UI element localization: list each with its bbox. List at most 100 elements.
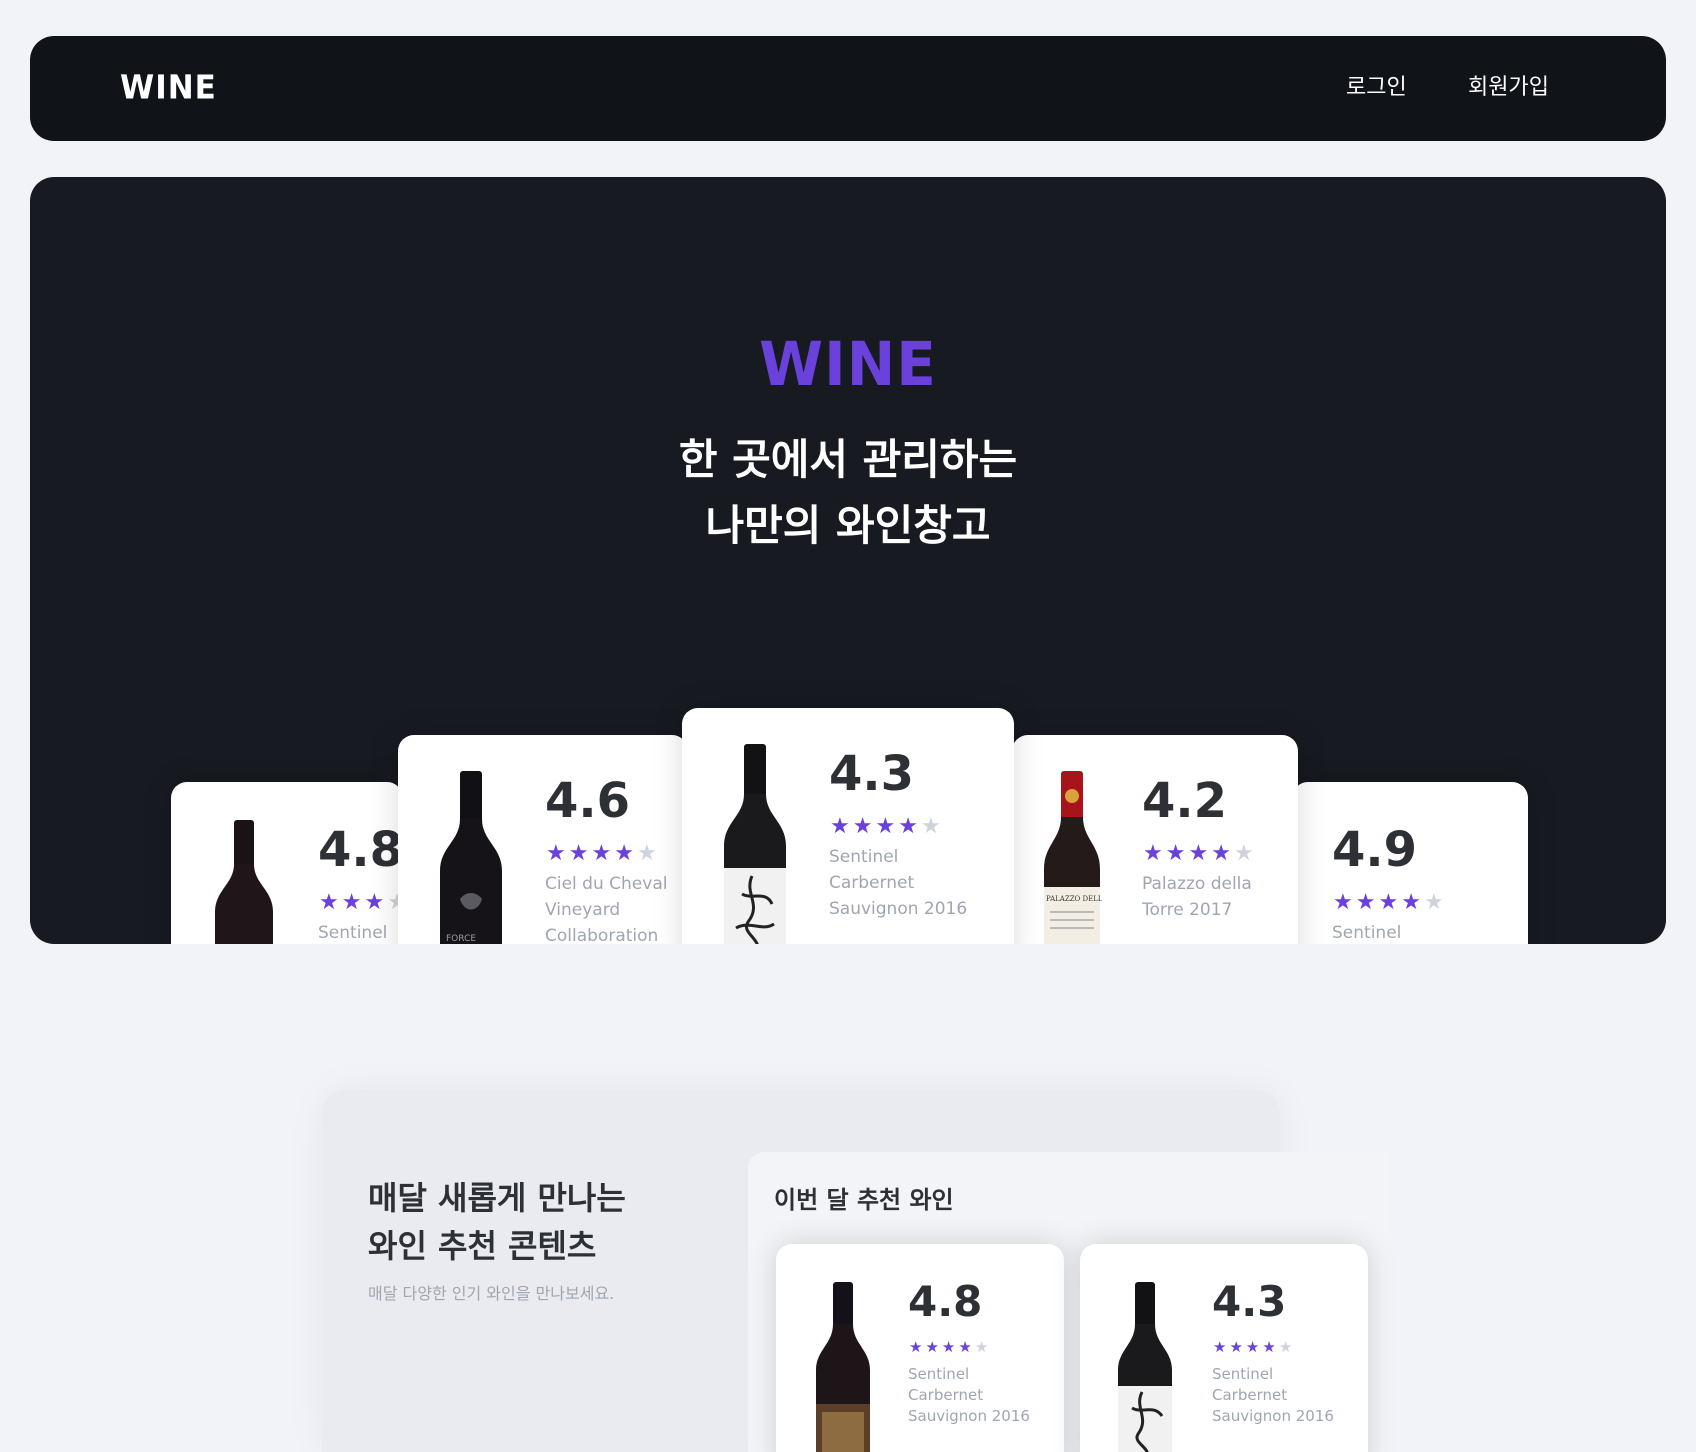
wine-score: 4.8 bbox=[318, 822, 403, 878]
wine-name-line: Sentinel bbox=[1212, 1365, 1274, 1383]
star-icon: ★ bbox=[974, 1338, 989, 1356]
wine-score: 4.3 bbox=[1212, 1277, 1287, 1326]
star-rating: ★★★★★ bbox=[546, 841, 660, 867]
star-rating: ★★★★★ bbox=[1333, 890, 1447, 916]
star-icon: ★ bbox=[941, 1338, 956, 1356]
wine-bottle-icon bbox=[215, 820, 273, 944]
star-icon: ★ bbox=[1233, 841, 1254, 866]
hero-banner: WINE 한 곳에서 관리하는 나만의 와인창고 4.8 ★★★★★ Senti… bbox=[30, 177, 1666, 944]
star-icon: ★ bbox=[920, 814, 941, 839]
star-icon: ★ bbox=[925, 1338, 939, 1356]
monthly-recommendation-panel: 이번 달 추천 와인 4.8 ★ ★ ★ ★ ★ Sentinel Carbernet Sa… bbox=[748, 1152, 1388, 1452]
section-title-line-1: 매달 새롭게 만나는 bbox=[368, 1179, 626, 1217]
star-icon: ★ bbox=[1188, 841, 1209, 866]
star-icon: ★ bbox=[1143, 841, 1163, 866]
star-icon: ★ bbox=[546, 841, 566, 866]
wine-score: 4.9 bbox=[1332, 822, 1418, 878]
wine-score: 4.2 bbox=[1142, 773, 1228, 829]
wine-name: Sentinel Carbernet Sauvignon 2016 bbox=[1212, 1364, 1334, 1427]
star-icon: ★ bbox=[875, 814, 896, 839]
star-icon: ★ bbox=[1165, 841, 1186, 866]
wine-name: Sentinel bbox=[1332, 920, 1401, 944]
star-rating: ★★★★★ bbox=[830, 814, 944, 840]
star-icon: ★ bbox=[341, 890, 362, 915]
star-icon: ★ bbox=[1401, 890, 1421, 915]
star-icon: ★ bbox=[636, 841, 657, 866]
panel-title: 이번 달 추천 와인 bbox=[774, 1186, 954, 1214]
star-icon: ★ bbox=[1262, 1338, 1276, 1356]
star-rating: ★★★★★ bbox=[1143, 841, 1257, 867]
wine-card[interactable]: 4.9 ★ ★ ★ ★ ★ Sentinel bbox=[1292, 782, 1528, 944]
wine-name-line: Ciel du Cheval bbox=[545, 874, 668, 894]
wine-score: 4.8 bbox=[908, 1277, 983, 1326]
star-icon: ★ bbox=[1229, 1338, 1243, 1356]
wine-bottle-icon bbox=[1118, 1282, 1172, 1452]
star-icon: ★ bbox=[958, 1338, 972, 1356]
star-icon: ★ bbox=[319, 890, 339, 915]
star-icon: ★ bbox=[591, 841, 612, 866]
wine-name-line: Carbernet bbox=[1212, 1386, 1288, 1404]
wine-name: Sentinel Carbernet Sauvignon 2016 bbox=[829, 844, 967, 922]
wine-name-line: Sentinel bbox=[1332, 923, 1402, 943]
section-description: 매달 다양한 인기 와인을 만나보세요. bbox=[368, 1284, 615, 1303]
svg-text:PALAZZO DELLA: PALAZZO DELLA bbox=[1046, 895, 1102, 903]
tagline-line-2: 나만의 와인창고 bbox=[705, 501, 991, 550]
login-link[interactable]: 로그인 bbox=[1346, 70, 1407, 106]
wine-name-line: Sentinel bbox=[318, 923, 388, 943]
wine-card[interactable]: 4.8 ★★★★★ Sentinel bbox=[171, 782, 403, 944]
star-icon: ★ bbox=[1423, 890, 1444, 915]
star-icon: ★ bbox=[364, 890, 385, 915]
star-icon: ★ bbox=[852, 814, 873, 839]
star-rating: ★★★★★ bbox=[909, 1338, 991, 1356]
wine-name: Sentinel Carbernet Sauvignon 2016 bbox=[908, 1364, 1030, 1427]
wine-name-line: Sentinel bbox=[829, 847, 899, 867]
star-icon: ★ bbox=[909, 1338, 923, 1356]
star-icon: ★ bbox=[1355, 890, 1376, 915]
section-title-line-2: 와인 추천 콘텐츠 bbox=[368, 1227, 597, 1265]
wine-name-line: Sentinel bbox=[908, 1365, 970, 1383]
star-rating: ★★★★★ bbox=[319, 890, 403, 916]
wine-name-line: Carbernet bbox=[829, 873, 915, 893]
star-icon: ★ bbox=[1211, 841, 1231, 866]
wine-score: 4.6 bbox=[545, 773, 631, 829]
wine-bottle-icon bbox=[816, 1282, 870, 1452]
star-rating: ★★★★★ bbox=[1213, 1338, 1295, 1356]
wine-name-line: Sauvignon 2016 bbox=[908, 1407, 1030, 1425]
svg-text:FORCE: FORCE bbox=[446, 934, 476, 944]
star-icon: ★ bbox=[830, 814, 850, 839]
wine-name: Ciel du Cheval Vineyard Collaboration bbox=[545, 871, 667, 944]
star-icon: ★ bbox=[1378, 890, 1399, 915]
wine-bottle-icon: PALAZZO DELLA bbox=[1044, 771, 1102, 944]
wine-name: Sentinel bbox=[318, 920, 387, 944]
section-title: 매달 새롭게 만나는 와인 추천 콘텐츠 bbox=[368, 1174, 626, 1270]
brand-logo[interactable]: WINE bbox=[120, 67, 217, 109]
star-icon: ★ bbox=[1333, 890, 1353, 915]
wine-name-line: Collaboration bbox=[545, 926, 659, 944]
star-icon: ★ bbox=[898, 814, 918, 839]
star-icon: ★ bbox=[614, 841, 634, 866]
wine-name-line: Sauvignon 2016 bbox=[1212, 1407, 1334, 1425]
wine-card[interactable]: PALAZZO DELLA 4.2 ★ ★ ★ ★ ★ Palazzo della Tor… bbox=[1012, 735, 1298, 944]
top-navbar: WINE 로그인 회원가입 bbox=[30, 36, 1666, 141]
wine-score: 4.3 bbox=[829, 746, 915, 802]
wine-card[interactable]: 4.8 ★ ★ ★ ★ ★ Sentinel Carbernet Sauvignon 201… bbox=[776, 1244, 1064, 1452]
signup-link[interactable]: 회원가입 bbox=[1468, 70, 1549, 106]
wine-name-line: Palazzo della bbox=[1142, 874, 1252, 894]
star-icon: ★ bbox=[1245, 1338, 1260, 1356]
wine-name-line: Sauvignon 2016 bbox=[829, 899, 968, 919]
star-icon: ★ bbox=[1278, 1338, 1293, 1356]
hero-logo: WINE bbox=[759, 328, 937, 400]
wine-card[interactable]: 4.3 ★ ★ ★ ★ ★ Sentinel Carbernet Sauvignon 201… bbox=[682, 708, 1014, 944]
wine-name-line: Torre 2017 bbox=[1142, 900, 1233, 920]
wine-bottle-icon bbox=[724, 744, 786, 944]
tagline-line-1: 한 곳에서 관리하는 bbox=[678, 435, 1018, 484]
hero-tagline: 한 곳에서 관리하는 나만의 와인창고 bbox=[30, 427, 1666, 559]
wine-bottle-icon: FORCE bbox=[440, 771, 502, 944]
wine-name-line: Vineyard bbox=[545, 900, 621, 920]
wine-name: Palazzo della Torre 2017 bbox=[1142, 871, 1252, 923]
star-icon: ★ bbox=[1213, 1338, 1227, 1356]
wine-card[interactable]: FORCE 4.6 ★ ★ ★ ★ ★ Ciel du Cheval Vineyard Co… bbox=[398, 735, 688, 944]
wine-name-line: Carbernet bbox=[908, 1386, 984, 1404]
star-icon: ★ bbox=[568, 841, 589, 866]
wine-card[interactable]: 4.3 ★ ★ ★ ★ ★ Sentinel Carbernet Sauvignon 201… bbox=[1080, 1244, 1368, 1452]
